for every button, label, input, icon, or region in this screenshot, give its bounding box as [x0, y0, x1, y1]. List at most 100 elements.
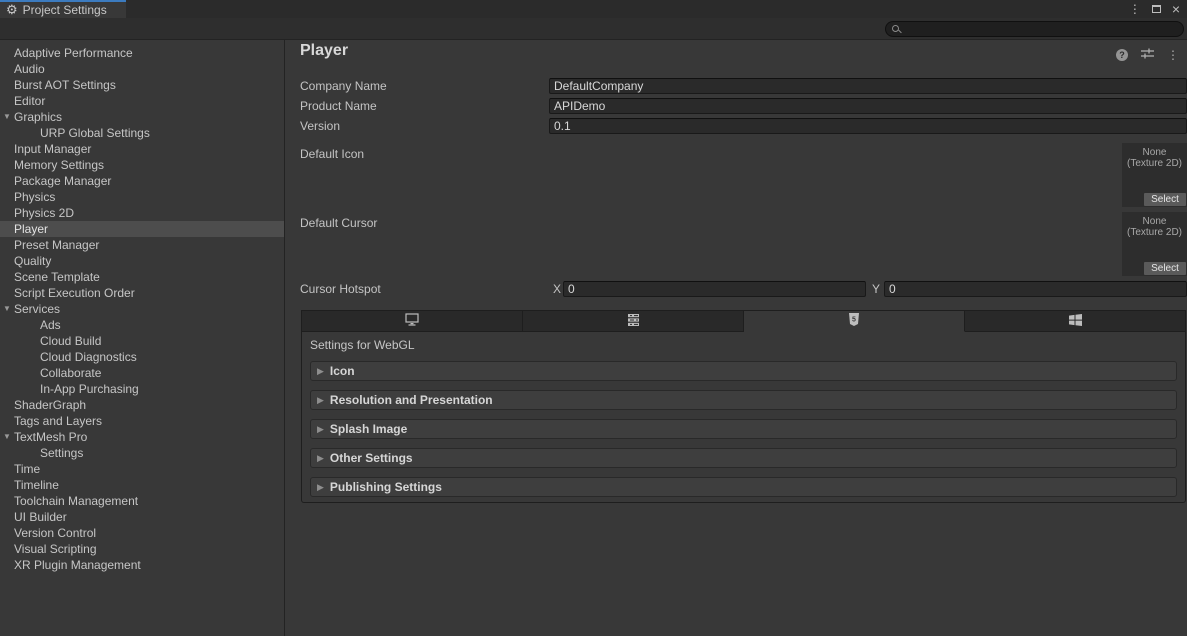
version-label: Version — [300, 118, 340, 134]
section-label: Splash Image — [330, 420, 407, 438]
sidebar-item-tags-and-layers[interactable]: Tags and Layers — [0, 413, 284, 429]
foldout-closed-icon: ▶ — [317, 449, 324, 467]
sidebar-item-label: Cloud Build — [40, 334, 101, 348]
sidebar-item-editor[interactable]: Editor — [0, 93, 284, 109]
page-title: Player — [300, 42, 348, 60]
foldout-open-icon[interactable]: ▼ — [3, 429, 11, 445]
sidebar-item-label: Collaborate — [40, 366, 101, 380]
foldout-closed-icon: ▶ — [317, 420, 324, 438]
sidebar-item-burst-aot-settings[interactable]: Burst AOT Settings — [0, 77, 284, 93]
sidebar-item-shadergraph[interactable]: ShaderGraph — [0, 397, 284, 413]
sidebar-item-label: Tags and Layers — [14, 414, 102, 428]
sidebar-item-physics-2d[interactable]: Physics 2D — [0, 205, 284, 221]
sidebar-item-ui-builder[interactable]: UI Builder — [0, 509, 284, 525]
sidebar-item-label: Burst AOT Settings — [14, 78, 116, 92]
window-tab[interactable]: ⚙ Project Settings — [0, 0, 126, 18]
window-menu-icon[interactable]: ⋮ — [1129, 3, 1141, 15]
sidebar-item-physics[interactable]: Physics — [0, 189, 284, 205]
sidebar-item-quality[interactable]: Quality — [0, 253, 284, 269]
sidebar-item-cloud-build[interactable]: Cloud Build — [0, 333, 284, 349]
server-icon — [627, 314, 640, 329]
sidebar-item-scene-template[interactable]: Scene Template — [0, 269, 284, 285]
sidebar-item-timeline[interactable]: Timeline — [0, 477, 284, 493]
default-cursor-value: None (Texture 2D) — [1122, 212, 1187, 238]
sidebar-item-script-execution-order[interactable]: Script Execution Order — [0, 285, 284, 301]
sidebar-item-urp-global-settings[interactable]: URP Global Settings — [0, 125, 284, 141]
desktop-icon — [405, 313, 419, 329]
sidebar-item-label: Memory Settings — [14, 158, 104, 172]
gear-icon: ⚙ — [6, 3, 18, 17]
sidebar-item-visual-scripting[interactable]: Visual Scripting — [0, 541, 284, 557]
sidebar-item-cloud-diagnostics[interactable]: Cloud Diagnostics — [0, 349, 284, 365]
sidebar-item-collaborate[interactable]: Collaborate — [0, 365, 284, 381]
sidebar-item-graphics[interactable]: ▼Graphics — [0, 109, 284, 125]
sidebar-item-label: Input Manager — [14, 142, 91, 156]
hotspot-y-input[interactable] — [884, 281, 1187, 297]
section-splash-image[interactable]: ▶ Splash Image — [310, 419, 1177, 439]
section-label: Resolution and Presentation — [330, 391, 493, 409]
sidebar-item-label: Ads — [40, 318, 61, 332]
sidebar-item-toolchain-management[interactable]: Toolchain Management — [0, 493, 284, 509]
sidebar-item-label: URP Global Settings — [40, 126, 150, 140]
default-cursor-select-button[interactable]: Select — [1144, 262, 1186, 275]
default-icon-select-button[interactable]: Select — [1144, 193, 1186, 206]
sidebar-item-ads[interactable]: Ads — [0, 317, 284, 333]
default-icon-value: None (Texture 2D) — [1122, 143, 1187, 169]
more-icon[interactable]: ⋮ — [1167, 49, 1179, 61]
search-box[interactable] — [885, 21, 1184, 37]
platform-tab-desktop[interactable] — [302, 311, 523, 332]
sidebar-item-version-control[interactable]: Version Control — [0, 525, 284, 541]
close-icon[interactable]: × — [1172, 3, 1180, 15]
section-publishing-settings[interactable]: ▶ Publishing Settings — [310, 477, 1177, 497]
platform-settings-box: Settings for WebGL ▶Icon▶Resolution and … — [301, 332, 1186, 503]
sidebar-item-audio[interactable]: Audio — [0, 61, 284, 77]
hotspot-x-input[interactable] — [563, 281, 866, 297]
sidebar-item-package-manager[interactable]: Package Manager — [0, 173, 284, 189]
sidebar-item-preset-manager[interactable]: Preset Manager — [0, 237, 284, 253]
platform-tab-webgl[interactable]: 5 — [744, 311, 965, 332]
search-input[interactable] — [904, 22, 1177, 36]
default-cursor-well[interactable]: None (Texture 2D) Select — [1122, 212, 1187, 276]
sidebar-item-input-manager[interactable]: Input Manager — [0, 141, 284, 157]
sidebar-item-label: Physics 2D — [14, 206, 74, 220]
default-icon-well[interactable]: None (Texture 2D) Select — [1122, 143, 1187, 207]
sidebar-item-in-app-purchasing[interactable]: In-App Purchasing — [0, 381, 284, 397]
section-label: Publishing Settings — [330, 478, 442, 496]
sidebar-item-label: XR Plugin Management — [14, 558, 141, 572]
foldout-closed-icon: ▶ — [317, 478, 324, 496]
sidebar-item-time[interactable]: Time — [0, 461, 284, 477]
sidebar-item-label: Toolchain Management — [14, 494, 138, 508]
company-name-label: Company Name — [300, 78, 387, 94]
foldout-open-icon[interactable]: ▼ — [3, 301, 11, 317]
settings-for-label: Settings for WebGL — [310, 338, 1185, 352]
sidebar-item-player[interactable]: Player — [0, 221, 284, 237]
section-other-settings[interactable]: ▶Other Settings — [310, 448, 1177, 468]
product-name-input[interactable] — [549, 98, 1187, 114]
sidebar-item-memory-settings[interactable]: Memory Settings — [0, 157, 284, 173]
toolbar — [0, 18, 1187, 40]
sidebar-item-label: Quality — [14, 254, 51, 268]
section-icon[interactable]: ▶Icon — [310, 361, 1177, 381]
webgl-icon: 5 — [849, 313, 859, 329]
hotspot-y-label: Y — [872, 281, 880, 297]
sidebar-item-textmesh-pro[interactable]: ▼TextMesh Pro — [0, 429, 284, 445]
sidebar-item-label: Physics — [14, 190, 55, 204]
foldout-open-icon[interactable]: ▼ — [3, 109, 11, 125]
sidebar-item-adaptive-performance[interactable]: Adaptive Performance — [0, 45, 284, 61]
sidebar-item-services[interactable]: ▼Services — [0, 301, 284, 317]
sidebar-item-settings[interactable]: Settings — [0, 445, 284, 461]
window-title: Project Settings — [23, 3, 107, 17]
help-icon[interactable]: ? — [1116, 49, 1128, 61]
sidebar-item-label: Audio — [14, 62, 45, 76]
section-resolution-and-presentation[interactable]: ▶Resolution and Presentation — [310, 390, 1177, 410]
platform-tab-windows[interactable] — [965, 311, 1185, 332]
company-name-input[interactable] — [549, 78, 1187, 94]
platform-tab-server[interactable] — [523, 311, 744, 332]
sidebar-item-label: Visual Scripting — [14, 542, 97, 556]
maximize-icon[interactable] — [1152, 5, 1161, 13]
svg-text:5: 5 — [852, 317, 856, 324]
sidebar-item-xr-plugin-management[interactable]: XR Plugin Management — [0, 557, 284, 573]
version-input[interactable] — [549, 118, 1187, 134]
presets-icon[interactable] — [1141, 48, 1154, 62]
sidebar-item-label: Script Execution Order — [14, 286, 135, 300]
